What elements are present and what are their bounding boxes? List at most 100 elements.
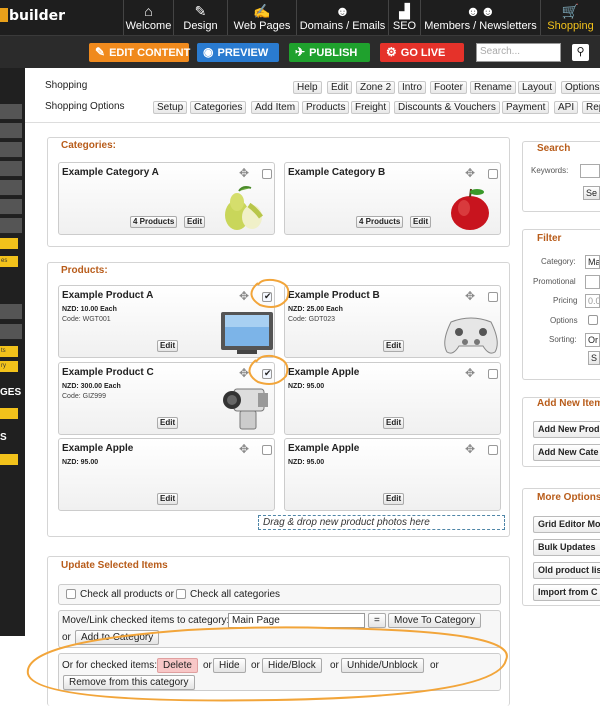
- search-icon[interactable]: ⚲: [572, 44, 589, 61]
- unhide-unblock-button[interactable]: Unhide/Unblock: [341, 658, 424, 673]
- product-card[interactable]: Example Product B NZD: 25.00 Each Code: …: [284, 285, 501, 358]
- sidebar-item[interactable]: [0, 324, 22, 340]
- pricing-input[interactable]: 0.0: [585, 294, 600, 308]
- tab-categories[interactable]: Categories: [190, 101, 247, 114]
- nav-tab-seo[interactable]: ▟ SEO: [388, 0, 420, 35]
- tab-rename[interactable]: Rename: [470, 81, 516, 94]
- nav-tab-domains-emails[interactable]: ☻ Domains / Emails: [296, 0, 388, 35]
- category-card[interactable]: Example Category A ✥ 4 Products Edit: [58, 162, 275, 235]
- sidebar-item[interactable]: [0, 161, 22, 177]
- product-checkbox[interactable]: [262, 291, 272, 302]
- sidebar-item[interactable]: [0, 123, 22, 139]
- preview-button[interactable]: ◉ PREVIEW: [197, 43, 279, 62]
- product-card[interactable]: Example Apple NZD: 95.00 ✥ Edit: [284, 438, 501, 511]
- tab-footer[interactable]: Footer: [430, 81, 467, 94]
- product-edit-button[interactable]: Edit: [157, 493, 179, 505]
- sidebar-item[interactable]: [0, 304, 22, 320]
- publish-button[interactable]: ✈ PUBLISH: [289, 43, 370, 62]
- sidebar-badge[interactable]: es: [0, 256, 18, 267]
- edit-content-button[interactable]: ✎ EDIT CONTENT: [89, 43, 190, 62]
- move-icon[interactable]: ✥: [238, 167, 250, 179]
- nav-tab-members-newsletters[interactable]: ☻☻ Members / Newsletters: [420, 0, 540, 35]
- product-checkbox[interactable]: [488, 445, 498, 455]
- sidebar-item[interactable]: [0, 104, 22, 120]
- move-icon[interactable]: ✥: [464, 167, 476, 179]
- tab-discounts-vouchers[interactable]: Discounts & Vouchers: [394, 101, 500, 114]
- tab-options[interactable]: Options: [561, 81, 600, 94]
- sidebar-badge[interactable]: [0, 238, 18, 249]
- tab-zone-2[interactable]: Zone 2: [356, 81, 396, 94]
- delete-button[interactable]: Delete: [157, 658, 198, 673]
- product-card[interactable]: Example Product A NZD: 10.00 Each Code: …: [58, 285, 275, 358]
- product-checkbox[interactable]: [488, 369, 498, 379]
- product-edit-button[interactable]: Edit: [383, 340, 405, 352]
- hide-button[interactable]: Hide: [213, 658, 246, 673]
- nav-tab-design[interactable]: ✎ Design: [173, 0, 227, 35]
- product-card[interactable]: Example Apple NZD: 95.00 ✥ Edit: [284, 362, 501, 435]
- product-edit-button[interactable]: Edit: [383, 493, 405, 505]
- sidebar-badge[interactable]: ts: [0, 346, 18, 357]
- nav-tab-web-pages[interactable]: ✍ Web Pages: [227, 0, 296, 35]
- category-select[interactable]: Main Page: [228, 613, 365, 628]
- tab-reports[interactable]: Rep: [582, 101, 600, 114]
- promotional-select[interactable]: [585, 275, 600, 289]
- product-edit-button[interactable]: Edit: [383, 417, 405, 429]
- tab-setup[interactable]: Setup: [153, 101, 188, 114]
- category-card[interactable]: Example Category B ✥ 4 Products Edit: [284, 162, 501, 235]
- move-to-category-button[interactable]: Move To Category: [388, 613, 481, 628]
- move-icon[interactable]: ✥: [238, 367, 250, 379]
- sidebar-badge[interactable]: [0, 454, 18, 465]
- go-live-button[interactable]: ⚙ GO LIVE: [380, 43, 464, 62]
- tab-help[interactable]: Help: [293, 81, 322, 94]
- bulk-updates-button[interactable]: Bulk Updates: [533, 539, 600, 556]
- move-icon[interactable]: ✥: [238, 290, 250, 302]
- move-icon[interactable]: ✥: [464, 367, 476, 379]
- options-checkbox[interactable]: [588, 315, 598, 325]
- tab-edit[interactable]: Edit: [327, 81, 353, 94]
- tab-layout[interactable]: Layout: [518, 81, 557, 94]
- sorting-select[interactable]: Or: [585, 333, 600, 347]
- category-edit-button[interactable]: Edit: [410, 216, 432, 228]
- product-checkbox[interactable]: [262, 368, 272, 379]
- category-product-count[interactable]: 4 Products: [356, 216, 404, 228]
- product-edit-button[interactable]: Edit: [157, 417, 179, 429]
- category-product-count[interactable]: 4 Products: [130, 216, 178, 228]
- tab-products[interactable]: Products: [302, 101, 350, 114]
- remove-from-category-button[interactable]: Remove from this category: [63, 675, 195, 690]
- tab-intro[interactable]: Intro: [398, 81, 427, 94]
- equals-button[interactable]: =: [368, 613, 386, 628]
- import-button[interactable]: Import from C: [533, 584, 600, 601]
- add-to-category-button[interactable]: Add to Category: [75, 630, 160, 645]
- filter-submit-button[interactable]: S: [588, 351, 600, 365]
- add-new-product-button[interactable]: Add New Prod: [533, 421, 600, 438]
- grid-editor-button[interactable]: Grid Editor Mo: [533, 516, 600, 533]
- old-product-list-button[interactable]: Old product lis: [533, 562, 600, 579]
- category-checkbox[interactable]: [262, 169, 272, 179]
- search-submit-button[interactable]: Se: [583, 186, 600, 200]
- photo-dropzone[interactable]: Drag & drop new product photos here: [258, 515, 505, 530]
- product-checkbox[interactable]: [488, 292, 498, 302]
- sidebar-item[interactable]: [0, 180, 22, 196]
- category-checkbox[interactable]: [488, 169, 498, 179]
- product-card[interactable]: Example Apple NZD: 95.00 ✥ Edit: [58, 438, 275, 511]
- add-new-category-button[interactable]: Add New Cate: [533, 444, 600, 461]
- move-icon[interactable]: ✥: [464, 290, 476, 302]
- sidebar-badge[interactable]: [0, 408, 18, 419]
- nav-tab-welcome[interactable]: ⌂ Welcome: [123, 0, 173, 35]
- tab-add-item[interactable]: Add Item: [251, 101, 300, 114]
- nav-tab-shopping[interactable]: 🛒 Shopping: [540, 0, 600, 35]
- move-icon[interactable]: ✥: [464, 443, 476, 455]
- top-search-input[interactable]: Search...: [476, 43, 561, 62]
- sidebar-item[interactable]: [0, 199, 22, 215]
- sidebar-item[interactable]: [0, 142, 22, 158]
- sidebar-badge[interactable]: ry: [0, 361, 18, 372]
- category-edit-button[interactable]: Edit: [184, 216, 206, 228]
- check-all-categories-checkbox[interactable]: [176, 589, 186, 599]
- tab-freight[interactable]: Freight: [351, 101, 391, 114]
- hide-block-button[interactable]: Hide/Block: [262, 658, 322, 673]
- product-card[interactable]: Example Product C NZD: 300.00 Each Code:…: [58, 362, 275, 435]
- app-logo[interactable]: builder: [0, 8, 65, 24]
- product-checkbox[interactable]: [262, 445, 272, 455]
- sidebar-item[interactable]: [0, 218, 22, 234]
- move-icon[interactable]: ✥: [238, 443, 250, 455]
